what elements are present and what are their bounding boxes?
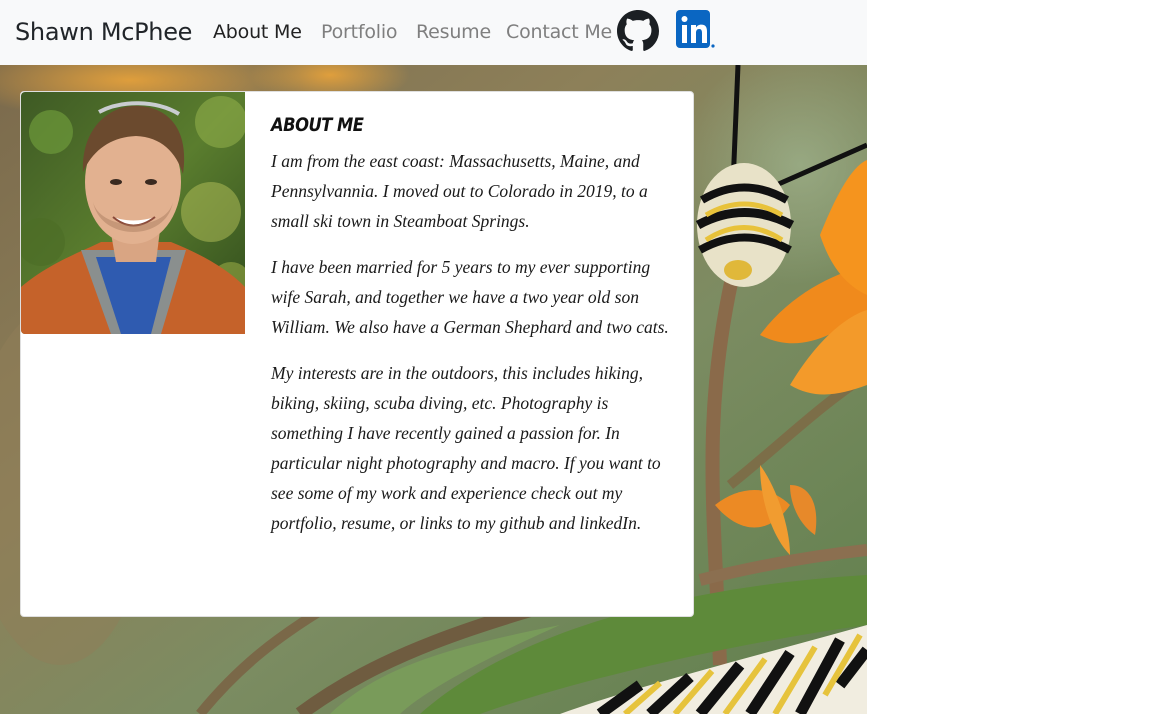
about-paragraph: I am from the east coast: Massachusetts,…: [271, 151, 648, 231]
about-card: About Me I am from the east coast: Massa…: [20, 91, 694, 617]
nav-link-about-me[interactable]: About Me: [213, 18, 302, 46]
nav-link-contact-me[interactable]: Contact Me: [506, 18, 612, 46]
about-paragraph: I have been married for 5 years to my ev…: [271, 257, 669, 337]
github-link[interactable]: [617, 10, 659, 52]
about-title: About Me: [271, 114, 364, 136]
github-icon: [617, 10, 659, 51]
nav-link-resume[interactable]: Resume: [416, 18, 491, 46]
about-paragraph: My interests are in the outdoors, this i…: [271, 363, 661, 533]
linkedin-icon: [676, 10, 715, 48]
linkedin-link[interactable]: [676, 10, 716, 50]
brand-link[interactable]: Shawn McPhee: [15, 15, 192, 49]
profile-photo: [21, 92, 245, 334]
profile-photo-image: [21, 92, 245, 334]
about-text: About Me I am from the east coast: Massa…: [271, 114, 671, 554]
nav-link-portfolio[interactable]: Portfolio: [321, 18, 398, 46]
navbar: Shawn McPhee About Me Portfolio Resume C…: [0, 0, 867, 65]
page: Shawn McPhee About Me Portfolio Resume C…: [0, 0, 867, 714]
